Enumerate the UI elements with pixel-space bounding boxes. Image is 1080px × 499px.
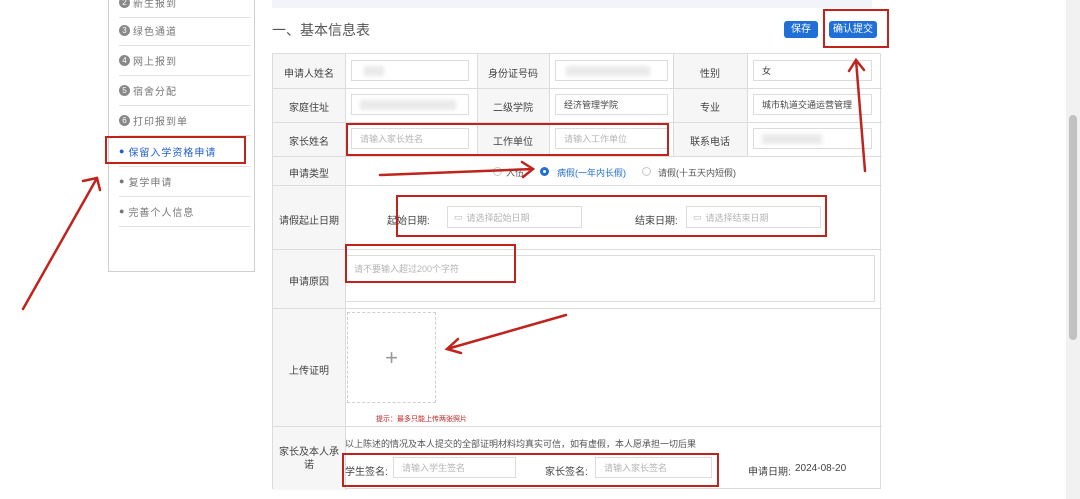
- arrow-submit: [854, 58, 867, 173]
- arrow-radio: [378, 167, 535, 177]
- arrow-sidebar: [21, 176, 99, 311]
- annotation-arrows: [21, 57, 867, 355]
- arrow-upload: [445, 313, 568, 351]
